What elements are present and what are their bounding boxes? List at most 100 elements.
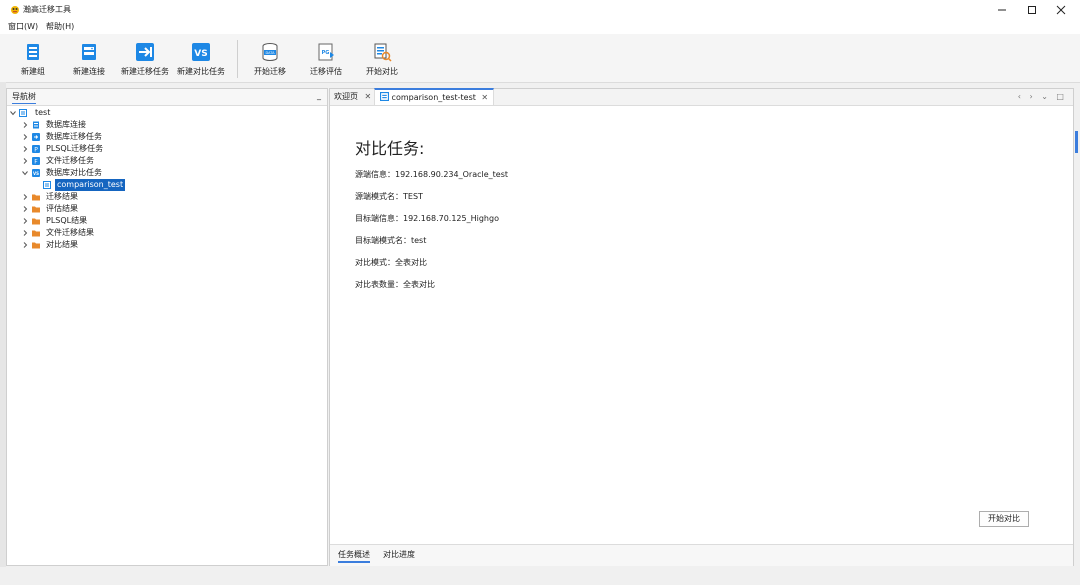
source-info: 源端信息：192.168.90.234_Oracle_test: [355, 170, 509, 179]
title-bar: 瀚高迁移工具: [0, 0, 1080, 19]
compare-mode: 对比模式：全表对比: [355, 258, 427, 267]
tree-item-label: 数据库对比任务: [46, 168, 102, 177]
chevron-right-icon[interactable]: [21, 143, 29, 155]
file-task-icon: F: [32, 157, 40, 165]
tree-item-label: 文件迁移结果: [46, 228, 94, 237]
chevron-right-icon[interactable]: [21, 203, 29, 215]
menu-bar: 窗口(W) 帮助(H): [0, 19, 1080, 34]
compare-table-count: 对比表数量：全表对比: [355, 280, 435, 289]
tab-welcome[interactable]: 欢迎页 ✕: [334, 89, 371, 105]
chevron-right-icon[interactable]: [21, 191, 29, 203]
window-title: 瀚高迁移工具: [23, 5, 71, 14]
tab-comparison-test[interactable]: comparison_test-test ✕: [374, 88, 495, 105]
new-group-label: 新建组: [21, 67, 45, 76]
chevron-right-icon[interactable]: [21, 239, 29, 251]
bottom-tab-bar: 任务概述 对比进度: [330, 544, 1073, 566]
project-icon: [19, 109, 27, 117]
editor-tab-strip: 欢迎页 ✕ comparison_test-test ✕ ‹ › ⌄ □: [330, 88, 1073, 106]
compare-document-icon: [380, 92, 389, 101]
tree-item-label-selected: comparison_test: [55, 179, 126, 191]
svg-text:PG: PG: [322, 50, 330, 56]
tree-item-label: PLSQL结果: [46, 216, 88, 225]
chevron-right-icon[interactable]: [21, 227, 29, 239]
new-compare-task-icon: VS: [192, 43, 210, 61]
compare-document-icon: [43, 181, 51, 189]
tree-item-label: 数据库连接: [46, 120, 86, 129]
new-group-button[interactable]: 新建组: [3, 42, 63, 82]
migration-task-icon: [32, 133, 40, 141]
toolbar: 新建组 新建连接 新建迁移任务 VS 新建对比任务 DATA 开始迁移 PG 迁…: [0, 34, 1080, 83]
navigation-title: 导航树: [12, 92, 36, 104]
minimize-icon: [998, 9, 1006, 10]
start-migration-button[interactable]: DATA 开始迁移: [240, 42, 300, 82]
svg-text:F: F: [34, 159, 38, 166]
close-button[interactable]: [1046, 2, 1076, 17]
tree-root-label: test: [35, 108, 51, 117]
tab-navigation-controls[interactable]: ‹ › ⌄ □: [1018, 92, 1067, 102]
new-connection-icon: [82, 44, 96, 60]
folder-icon: [32, 194, 40, 201]
database-connection-icon: [33, 121, 39, 129]
folder-icon: [32, 206, 40, 213]
start-compare-button[interactable]: 开始对比: [979, 511, 1029, 527]
plsql-task-icon: P: [32, 145, 40, 153]
chevron-right-icon[interactable]: [21, 119, 29, 131]
maximize-icon: [1028, 5, 1036, 14]
tab-task-overview[interactable]: 任务概述: [338, 550, 370, 563]
new-compare-task-label: 新建对比任务: [177, 67, 225, 76]
close-icon[interactable]: ✕: [481, 93, 488, 102]
compare-task-icon: VS: [32, 169, 40, 177]
tree-item-label: 文件迁移任务: [46, 156, 94, 165]
menu-help[interactable]: 帮助(H): [46, 22, 74, 32]
new-migration-task-icon: [136, 43, 154, 61]
navigation-header: 导航树 _: [7, 89, 327, 106]
new-migration-task-button[interactable]: 新建迁移任务: [115, 42, 175, 82]
migration-assessment-icon: PG: [318, 43, 334, 61]
tree-item-label: PLSQL迁移任务: [46, 144, 104, 153]
status-bar: [0, 567, 1080, 585]
folder-icon: [32, 218, 40, 225]
start-migration-label: 开始迁移: [254, 67, 286, 76]
svg-text:VS: VS: [33, 171, 39, 176]
target-schema: 目标端模式名：test: [355, 236, 427, 245]
new-connection-button[interactable]: 新建连接: [59, 42, 119, 82]
close-icon: [1056, 5, 1066, 14]
chevron-right-icon[interactable]: [21, 131, 29, 143]
new-connection-label: 新建连接: [73, 67, 105, 76]
tree-item-label: 数据库迁移任务: [46, 132, 102, 141]
start-compare-toolbar-label: 开始对比: [366, 67, 398, 76]
tree-item-label: 评估结果: [46, 204, 78, 213]
target-info: 目标端信息：192.168.70.125_Highgo: [355, 214, 499, 223]
menu-window[interactable]: 窗口(W): [8, 22, 38, 32]
start-migration-icon: DATA: [262, 43, 278, 61]
tab-label: 欢迎页: [334, 92, 358, 101]
folder-icon: [32, 242, 40, 249]
folder-icon: [32, 230, 40, 237]
scroll-indicator[interactable]: [1075, 131, 1078, 153]
app-logo-icon: [11, 6, 19, 14]
tab-label: comparison_test-test: [391, 93, 476, 102]
new-group-icon: [27, 44, 39, 60]
chevron-right-icon[interactable]: [21, 215, 29, 227]
chevron-right-icon[interactable]: [21, 155, 29, 167]
new-compare-task-button[interactable]: VS 新建对比任务: [171, 42, 231, 82]
navigation-minimize-button[interactable]: _: [317, 91, 321, 101]
new-migration-task-label: 新建迁移任务: [121, 67, 169, 76]
minimize-button[interactable]: [987, 2, 1017, 17]
tree-item-label: 迁移结果: [46, 192, 78, 201]
migration-assessment-label: 迁移评估: [310, 67, 342, 76]
svg-text:P: P: [34, 147, 38, 154]
maximize-button[interactable]: [1017, 2, 1047, 17]
svg-text:VS: VS: [194, 49, 207, 59]
chevron-down-icon[interactable]: [21, 167, 29, 179]
start-compare-toolbar-button[interactable]: 开始对比: [352, 42, 412, 82]
tree-item-label: 对比结果: [46, 240, 78, 249]
editor-area: 欢迎页 ✕ comparison_test-test ✕ ‹ › ⌄ □ 对比任…: [329, 88, 1074, 566]
close-icon[interactable]: ✕: [365, 92, 372, 101]
migration-assessment-button[interactable]: PG 迁移评估: [296, 42, 356, 82]
source-schema: 源端模式名：TEST: [355, 192, 423, 201]
start-compare-icon: [374, 43, 392, 62]
chevron-down-icon[interactable]: [9, 107, 17, 119]
tab-compare-progress[interactable]: 对比进度: [383, 550, 415, 560]
page-title: 对比任务:: [355, 139, 425, 158]
